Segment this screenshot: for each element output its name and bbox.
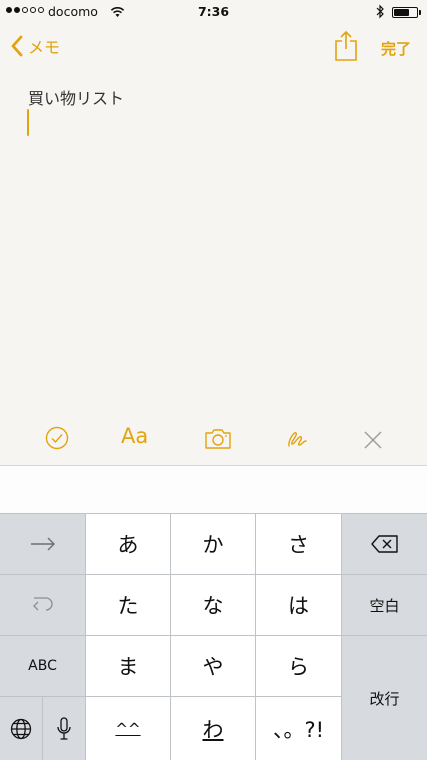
back-button[interactable]: メモ	[10, 34, 60, 58]
back-button-label: メモ	[28, 38, 61, 57]
sketch-icon[interactable]	[285, 427, 309, 451]
bluetooth-icon	[376, 4, 384, 19]
note-title[interactable]: 買い物リスト	[28, 85, 124, 109]
key-kaomoji[interactable]: ^^	[86, 697, 170, 760]
share-icon[interactable]	[334, 30, 358, 62]
key-ta[interactable]: た	[86, 575, 170, 635]
text-style-icon[interactable]: Aa	[121, 424, 148, 448]
key-ra[interactable]: ら	[256, 636, 341, 696]
text-cursor	[27, 109, 29, 136]
battery-tip	[419, 10, 421, 15]
status-bar: docomo 7:36	[0, 0, 427, 24]
undo-key[interactable]	[0, 575, 85, 635]
return-key[interactable]: 改行	[342, 636, 427, 760]
undo-icon	[32, 597, 53, 611]
key-wa[interactable]: わ	[171, 697, 255, 760]
key-a[interactable]: あ	[86, 514, 170, 574]
backspace-icon	[370, 535, 398, 553]
checklist-icon[interactable]	[45, 426, 69, 450]
key-ya[interactable]: や	[171, 636, 255, 696]
done-button[interactable]: 完了	[381, 38, 411, 59]
microphone-icon	[57, 716, 71, 740]
key-na[interactable]: な	[171, 575, 255, 635]
globe-icon	[10, 718, 32, 739]
chevron-left-icon	[11, 35, 23, 57]
status-time: 7:36	[197, 4, 230, 19]
candidate-bar[interactable]	[0, 466, 427, 513]
next-candidate-key[interactable]	[0, 514, 85, 574]
dictation-key[interactable]	[43, 697, 85, 760]
key-sa[interactable]: さ	[256, 514, 341, 574]
battery-icon	[392, 7, 418, 18]
key-ka[interactable]: か	[171, 514, 255, 574]
key-punctuation[interactable]: 、。?!	[256, 697, 341, 760]
key-ha[interactable]: は	[256, 575, 341, 635]
globe-key[interactable]	[0, 697, 42, 760]
delete-key[interactable]	[342, 514, 427, 574]
keyboard: あ か さ た な は 空白 ABC ま や ら 改行 ^^ わ 、。?!	[0, 513, 427, 760]
arrow-right-icon	[30, 537, 55, 551]
close-icon[interactable]	[363, 430, 383, 450]
key-ma[interactable]: ま	[86, 636, 170, 696]
space-key[interactable]: 空白	[342, 575, 427, 635]
camera-icon[interactable]	[204, 428, 232, 450]
abc-key[interactable]: ABC	[0, 636, 85, 696]
